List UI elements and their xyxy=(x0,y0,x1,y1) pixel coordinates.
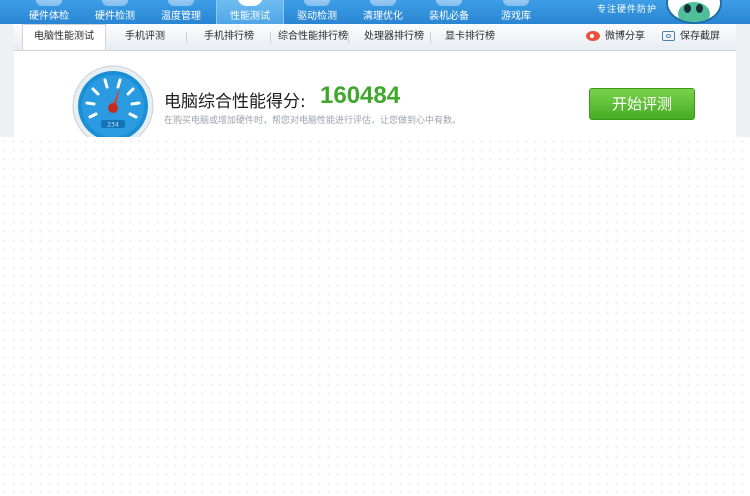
tab-divider xyxy=(348,32,349,43)
tab-label: 手机评测 xyxy=(125,31,165,42)
nav-item-temperature[interactable]: 温度管理 xyxy=(148,0,214,24)
empty-content-area xyxy=(0,137,750,496)
nav-item-label: 清理优化 xyxy=(363,11,403,22)
score-description: 在购买电脑或增加硬件时，帮您对电脑性能进行评估，让您做到心中有数。 xyxy=(164,116,462,126)
shield-icon xyxy=(436,0,462,6)
performance-score-panel: 234 电脑综合性能得分: 160484 在购买电脑或增加硬件时，帮您对电脑性能… xyxy=(14,51,736,147)
camera-icon xyxy=(662,31,675,41)
thermometer-icon xyxy=(168,0,194,6)
tab-label: 综合性能排行榜 xyxy=(278,31,348,42)
speedometer-icon: 234 xyxy=(72,65,154,147)
nav-item-label: 游戏库 xyxy=(501,11,531,22)
top-nav-bar: 硬件体检 硬件检测 温度管理 性能测试 驱动检测 清理优化 装机必备 游戏库 专… xyxy=(0,0,750,24)
weibo-share-label: 微博分享 xyxy=(605,31,645,42)
tab-pc-performance-test[interactable]: 电脑性能测试 xyxy=(22,24,106,50)
tab-divider xyxy=(430,32,431,43)
weibo-icon xyxy=(586,31,600,41)
score-value: 160484 xyxy=(320,82,401,109)
tab-gpu-ranking[interactable]: 显卡排行榜 xyxy=(438,24,502,50)
slogan: 专注硬件防护 xyxy=(597,5,658,15)
nav-item-hardware-detect[interactable]: 硬件检测 xyxy=(82,0,148,24)
nav-item-driver[interactable]: 驱动检测 xyxy=(284,0,350,24)
monitor-icon xyxy=(36,0,62,6)
right-gutter xyxy=(736,24,750,144)
nav-item-essentials[interactable]: 装机必备 xyxy=(416,0,482,24)
nav-item-game-library[interactable]: 游戏库 xyxy=(483,0,549,24)
nav-item-label: 硬件体检 xyxy=(29,11,69,22)
tab-label: 电脑性能测试 xyxy=(34,31,94,42)
nav-item-label: 性能测试 xyxy=(230,11,270,22)
nav-item-cleanup[interactable]: 清理优化 xyxy=(350,0,416,24)
nav-item-label: 温度管理 xyxy=(161,11,201,22)
nav-item-label: 硬件检测 xyxy=(95,11,135,22)
gauge-digits: 234 xyxy=(107,121,119,129)
save-screenshot-button[interactable]: 保存截屏 xyxy=(662,24,720,50)
tab-overall-ranking[interactable]: 综合性能排行榜 xyxy=(272,24,354,50)
nav-item-hardware-checkup[interactable]: 硬件体检 xyxy=(16,0,82,24)
left-gutter xyxy=(0,24,14,144)
tab-divider xyxy=(270,32,271,43)
tab-label: 手机排行榜 xyxy=(204,31,254,42)
sub-tab-bar: 电脑性能测试 手机评测 手机排行榜 综合性能排行榜 处理器排行榜 显卡排行榜 微… xyxy=(14,24,736,51)
hardware-icon xyxy=(102,0,128,6)
mascot-icon[interactable] xyxy=(666,0,722,24)
save-screenshot-label: 保存截屏 xyxy=(680,31,720,42)
nav-item-label: 装机必备 xyxy=(429,11,469,22)
tab-phone-review[interactable]: 手机评测 xyxy=(110,24,180,50)
start-test-button[interactable]: 开始评测 xyxy=(589,88,695,120)
tab-label: 处理器排行榜 xyxy=(364,31,424,42)
nav-item-label: 驱动检测 xyxy=(297,11,337,22)
tab-label: 显卡排行榜 xyxy=(445,31,495,42)
score-label: 电脑综合性能得分: xyxy=(164,92,306,112)
nav-item-performance-test[interactable]: 性能测试 xyxy=(216,0,284,24)
tab-phone-ranking[interactable]: 手机排行榜 xyxy=(194,24,264,50)
weibo-share-button[interactable]: 微博分享 xyxy=(586,24,645,50)
tab-divider xyxy=(186,32,187,43)
broom-icon xyxy=(370,0,396,6)
speedometer-icon xyxy=(237,0,263,6)
driver-icon xyxy=(304,0,330,6)
tab-cpu-ranking[interactable]: 处理器排行榜 xyxy=(354,24,434,50)
gamepad-icon xyxy=(503,0,529,6)
